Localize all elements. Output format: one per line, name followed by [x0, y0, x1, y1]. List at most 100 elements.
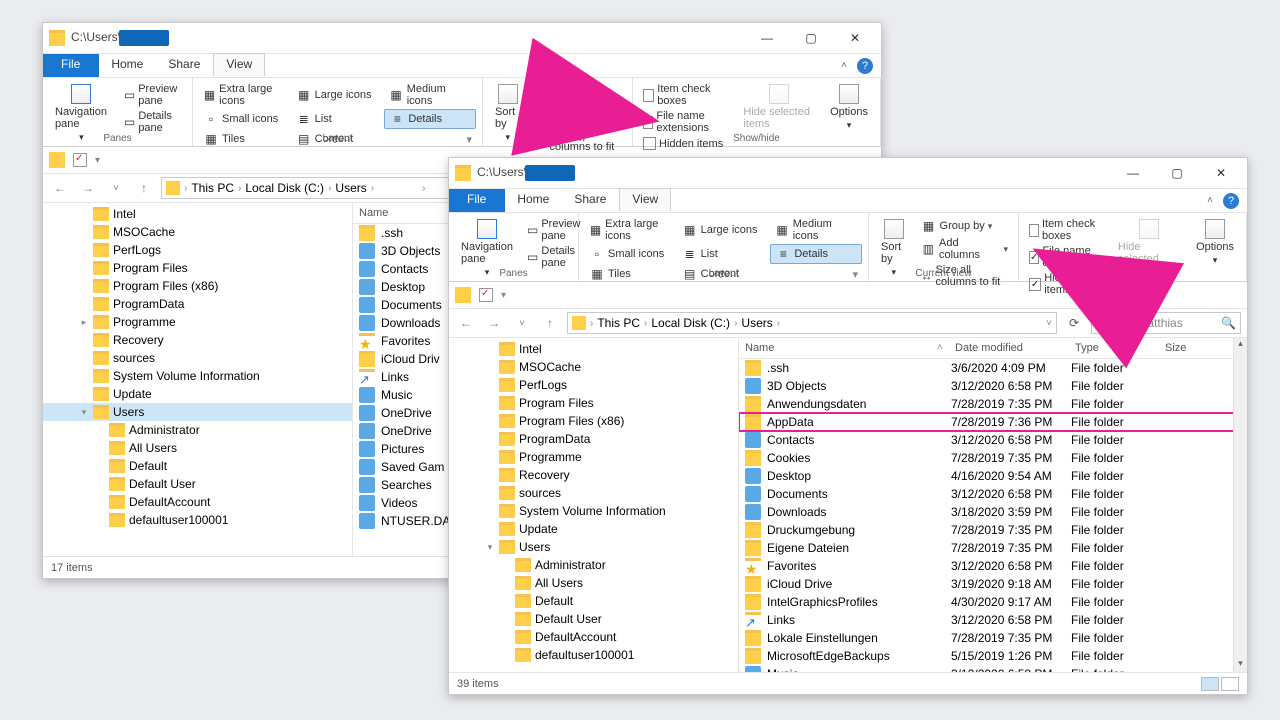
tree-item[interactable]: Default User [43, 475, 352, 493]
nav-recent-button[interactable]: ˅ [511, 318, 533, 328]
tree-item[interactable]: Program Files (x86) [449, 412, 738, 430]
nav-forward-button[interactable]: → [77, 181, 99, 195]
list-item[interactable]: Lokale Einstellungen7/28/2019 7:35 PMFil… [739, 629, 1247, 647]
breadcrumb-seg[interactable]: Users [741, 316, 772, 330]
tree-item[interactable]: ▸Programme [43, 313, 352, 331]
ribbon-collapse-icon[interactable]: ˄ [1207, 195, 1213, 206]
close-button[interactable]: ✕ [1199, 158, 1243, 188]
nav-up-button[interactable]: ↑ [539, 316, 561, 330]
list-item[interactable]: IntelGraphicsProfiles4/30/2020 9:17 AMFi… [739, 593, 1247, 611]
tree-item[interactable]: Program Files [43, 259, 352, 277]
layout-small[interactable]: ▫Small icons [199, 109, 291, 129]
layout-large[interactable]: ▦Large icons [292, 82, 384, 108]
add-columns-button[interactable]: ▥Add columns [531, 101, 626, 127]
navigation-pane-button[interactable]: Navigation pane▾ [49, 82, 114, 157]
tree-item[interactable]: ProgramData [449, 430, 738, 448]
tree-item[interactable]: Intel [449, 340, 738, 358]
tab-view[interactable]: View [619, 188, 671, 211]
tree-item[interactable]: Program Files [449, 394, 738, 412]
tree-item[interactable]: System Volume Information [43, 367, 352, 385]
file-extensions-toggle[interactable]: File name extensions [639, 109, 733, 135]
list-item[interactable]: ★Favorites3/12/2020 6:58 PMFile folder [739, 557, 1247, 575]
help-icon[interactable]: ? [857, 58, 873, 74]
address-bar[interactable]: › This PC› Local Disk (C:)› Users› ˅ [567, 312, 1057, 334]
minimize-button[interactable]: — [1111, 158, 1155, 188]
tree-item[interactable]: PerfLogs [43, 241, 352, 259]
list-item[interactable]: Druckumgebung7/28/2019 7:35 PMFile folde… [739, 521, 1247, 539]
ribbon-collapse-icon[interactable]: ˄ [841, 60, 847, 71]
tree-item[interactable]: Administrator [449, 556, 738, 574]
tree-item[interactable]: Default [43, 457, 352, 475]
refresh-button[interactable]: ⟳ [1063, 316, 1085, 330]
breadcrumb-seg[interactable] [378, 181, 418, 195]
nav-forward-button[interactable]: → [483, 316, 505, 330]
tree-item[interactable]: Administrator [43, 421, 352, 439]
breadcrumb-seg[interactable]: This PC [597, 316, 640, 330]
layout-medium[interactable]: ▦Medium icons [384, 82, 476, 108]
view-details-icon[interactable] [1201, 677, 1219, 691]
col-name[interactable]: Name ˄ [739, 338, 949, 358]
nav-up-button[interactable]: ↑ [133, 181, 155, 195]
file-list[interactable]: Name ˄ Date modified Type Size .ssh3/6/2… [739, 338, 1247, 672]
tree-item[interactable]: Recovery [449, 466, 738, 484]
col-type[interactable]: Type [1069, 338, 1159, 358]
tree-item[interactable]: DefaultAccount [43, 493, 352, 511]
sort-by-button[interactable]: Sort by▾ [875, 217, 913, 292]
tree-item[interactable]: ▾Users [43, 403, 352, 421]
breadcrumb-seg[interactable] [784, 316, 824, 330]
layout-extra-large[interactable]: ▦Extra large icons [199, 82, 291, 108]
list-item[interactable]: AppData7/28/2019 7:36 PMFile folder [739, 413, 1247, 431]
tree-item[interactable]: Program Files (x86) [43, 277, 352, 295]
list-item[interactable]: MicrosoftEdgeBackups5/15/2019 1:26 PMFil… [739, 647, 1247, 665]
list-item[interactable]: ↗Links3/12/2020 6:58 PMFile folder [739, 611, 1247, 629]
navigation-pane-button[interactable]: Navigation pane▾ [455, 217, 519, 292]
tree-item[interactable]: ▾Users [449, 538, 738, 556]
tree-item[interactable]: ProgramData [43, 295, 352, 313]
qat-button[interactable] [479, 288, 493, 302]
tree-item[interactable]: PerfLogs [449, 376, 738, 394]
tab-share[interactable]: Share [562, 189, 619, 212]
titlebar[interactable]: C:\Users\ — ▢ ✕ [449, 158, 1247, 188]
list-item[interactable]: Documents3/12/2020 6:58 PMFile folder [739, 485, 1247, 503]
tree-item[interactable]: sources [449, 484, 738, 502]
tree-item[interactable]: defaultuser100001 [43, 511, 352, 529]
help-icon[interactable]: ? [1223, 193, 1239, 209]
layout-large[interactable]: ▦Large icons [678, 217, 770, 243]
layout-medium[interactable]: ▦Medium icons [770, 217, 862, 243]
minimize-button[interactable]: — [745, 23, 789, 53]
nav-back-button[interactable]: ← [455, 316, 477, 330]
list-item[interactable]: .ssh3/6/2020 4:09 PMFile folder [739, 359, 1247, 377]
tree-item[interactable]: System Volume Information [449, 502, 738, 520]
item-checkboxes-toggle[interactable]: Item check boxes [639, 82, 733, 108]
list-item[interactable]: Downloads3/18/2020 3:59 PMFile folder [739, 503, 1247, 521]
tab-view[interactable]: View [213, 53, 265, 76]
nav-recent-button[interactable]: ˅ [105, 183, 127, 193]
tree-item[interactable]: Default User [449, 610, 738, 628]
tree-item[interactable]: defaultuser100001 [449, 646, 738, 664]
tree-item[interactable]: Programme [449, 448, 738, 466]
tree-item[interactable]: Default [449, 592, 738, 610]
tree-item[interactable]: Update [43, 385, 352, 403]
nav-back-button[interactable]: ← [49, 181, 71, 195]
add-columns-button[interactable]: ▥Add columns [917, 236, 1012, 262]
breadcrumb-seg[interactable]: Local Disk (C:) [245, 181, 324, 195]
list-item[interactable]: Contacts3/12/2020 6:58 PMFile folder [739, 431, 1247, 449]
col-date[interactable]: Date modified [949, 338, 1069, 358]
group-by-button[interactable]: ▦Group by [531, 82, 626, 100]
sort-by-button[interactable]: Sort by▾ [489, 82, 527, 157]
tree-item[interactable]: All Users [43, 439, 352, 457]
tree-item[interactable]: All Users [449, 574, 738, 592]
maximize-button[interactable]: ▢ [1155, 158, 1199, 188]
tree-item[interactable]: DefaultAccount [449, 628, 738, 646]
tree-item[interactable]: Recovery [43, 331, 352, 349]
group-by-button[interactable]: ▦Group by [917, 217, 1012, 235]
col-size[interactable]: Size [1159, 338, 1219, 358]
breadcrumb-seg[interactable]: This PC [191, 181, 234, 195]
list-item[interactable]: Anwendungsdaten7/28/2019 7:35 PMFile fol… [739, 395, 1247, 413]
tab-share[interactable]: Share [156, 54, 213, 77]
tab-home[interactable]: Home [505, 189, 562, 212]
nav-tree[interactable]: IntelMSOCachePerfLogsProgram FilesProgra… [43, 203, 353, 556]
tree-item[interactable]: Intel [43, 205, 352, 223]
layout-extra-large[interactable]: ▦Extra large icons [585, 217, 677, 243]
close-button[interactable]: ✕ [833, 23, 877, 53]
